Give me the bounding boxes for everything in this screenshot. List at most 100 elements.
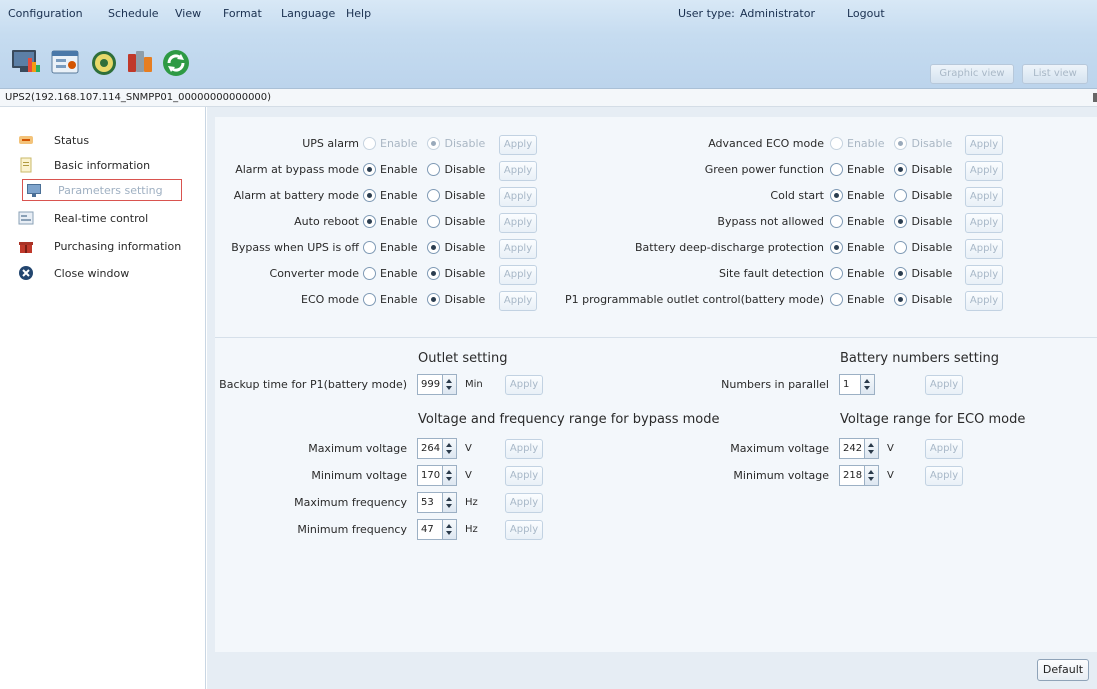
document-icon <box>18 157 34 173</box>
menu-view[interactable]: View <box>175 7 201 20</box>
default-button[interactable]: Default <box>1037 659 1089 681</box>
apply-bypass-not-allowed-button[interactable]: Apply <box>965 213 1003 233</box>
apply-site-fault-detection-button[interactable]: Apply <box>965 265 1003 285</box>
site-fault-detection-disable-radio[interactable] <box>894 267 908 280</box>
tools-icon[interactable] <box>124 46 156 78</box>
spinner-arrows-icon[interactable] <box>861 374 875 395</box>
spinner-arrows-icon[interactable] <box>443 519 457 540</box>
spinner-arrows-icon[interactable] <box>865 438 879 459</box>
p1-programmable-outlet-control-battery-mode-disable-radio[interactable] <box>894 293 908 306</box>
apply-minimum-frequency-button[interactable]: Apply <box>505 520 543 540</box>
list-view-button[interactable]: List view <box>1022 64 1088 84</box>
sidebar-item-status[interactable]: Status <box>18 129 186 151</box>
resize-handle-icon[interactable] <box>1093 93 1097 102</box>
cold-start-enable-radio[interactable] <box>830 189 843 202</box>
sidebar-item-purchasing-information[interactable]: Purchasing information <box>18 235 186 257</box>
green-power-function-radio-group: Enable Disable <box>830 163 962 176</box>
monitor-icon[interactable] <box>10 46 42 78</box>
green-power-function-disable-radio[interactable] <box>894 163 908 176</box>
sidebar-item-real-time-control[interactable]: Real-time control <box>18 207 186 229</box>
p1-programmable-outlet-control-battery-mode-enable-radio[interactable] <box>830 293 843 306</box>
spinner-arrows-icon[interactable] <box>443 438 457 459</box>
apply-backup-time-button[interactable]: Apply <box>505 375 543 395</box>
maximum-frequency-spinner[interactable]: 53 Hz <box>417 492 478 513</box>
maximum-voltage-value[interactable]: 242 <box>839 438 865 459</box>
menu-schedule[interactable]: Schedule <box>108 7 159 20</box>
apply-p1-programmable-outlet-control-battery-mode-button[interactable]: Apply <box>965 291 1003 311</box>
ups-alarm-enable-radio <box>363 137 376 150</box>
bypass-not-allowed-disable-radio[interactable] <box>894 215 908 228</box>
minimum-voltage-spinner[interactable]: 218 V <box>839 465 894 486</box>
logout-link[interactable]: Logout <box>847 7 885 20</box>
numbers-in-parallel-value[interactable]: 1 <box>839 374 861 395</box>
apply-ups-alarm-button[interactable]: Apply <box>499 135 537 155</box>
menu-help[interactable]: Help <box>346 7 371 20</box>
apply-maximum-voltage-button[interactable]: Apply <box>505 439 543 459</box>
minimum-voltage-spinner[interactable]: 170 V <box>417 465 472 486</box>
spinner-arrows-icon[interactable] <box>443 492 457 513</box>
apply-advanced-eco-mode-button[interactable]: Apply <box>965 135 1003 155</box>
auto-reboot-disable-radio[interactable] <box>427 215 441 228</box>
alarm-at-bypass-mode-radio-group: Enable Disable <box>363 163 495 176</box>
minimum-frequency-spinner[interactable]: 47 Hz <box>417 519 478 540</box>
apply-maximum-frequency-button[interactable]: Apply <box>505 493 543 513</box>
apply-green-power-function-button[interactable]: Apply <box>965 161 1003 181</box>
settings-panel-icon[interactable] <box>50 46 82 78</box>
converter-mode-enable-radio[interactable] <box>363 267 376 280</box>
menu-format[interactable]: Format <box>223 7 262 20</box>
bypass-when-ups-is-off-disable-radio[interactable] <box>427 241 441 254</box>
eco-mode-disable-radio[interactable] <box>427 293 441 306</box>
bypass-when-ups-is-off-enable-radio[interactable] <box>363 241 376 254</box>
spinner-arrows-icon[interactable] <box>865 465 879 486</box>
apply-eco-mode-button[interactable]: Apply <box>499 291 537 311</box>
apply-alarm-at-bypass-mode-button[interactable]: Apply <box>499 161 537 181</box>
disable-option-label: Disable <box>911 267 953 280</box>
apply-minimum-voltage-button[interactable]: Apply <box>925 466 963 486</box>
apply-auto-reboot-button[interactable]: Apply <box>499 213 537 233</box>
ups-alarm-label: UPS alarm <box>302 137 359 150</box>
eco-mode-enable-radio[interactable] <box>363 293 376 306</box>
battery-deep-discharge-protection-disable-radio[interactable] <box>894 241 908 254</box>
sidebar-item-basic-information[interactable]: Basic information <box>18 154 186 176</box>
auto-reboot-enable-radio[interactable] <box>363 215 376 228</box>
backup-time-value[interactable]: 999 <box>417 374 443 395</box>
battery-deep-discharge-protection-enable-radio[interactable] <box>830 241 843 254</box>
minimum-voltage-value[interactable]: 218 <box>839 465 865 486</box>
apply-cold-start-button[interactable]: Apply <box>965 187 1003 207</box>
alarm-at-bypass-mode-enable-radio[interactable] <box>363 163 376 176</box>
minimum-voltage-value[interactable]: 170 <box>417 465 443 486</box>
disc-icon[interactable] <box>88 46 120 78</box>
backup-time-spinner[interactable]: 999 Min <box>417 374 483 395</box>
green-power-function-enable-radio[interactable] <box>830 163 843 176</box>
converter-mode-disable-radio[interactable] <box>427 267 441 280</box>
minimum-frequency-value[interactable]: 47 <box>417 519 443 540</box>
sidebar-item-close-window[interactable]: Close window <box>18 262 186 284</box>
bypass-not-allowed-enable-radio[interactable] <box>830 215 843 228</box>
alarm-at-battery-mode-enable-radio[interactable] <box>363 189 376 202</box>
maximum-voltage-spinner[interactable]: 242 V <box>839 438 894 459</box>
apply-minimum-voltage-button[interactable]: Apply <box>505 466 543 486</box>
apply-alarm-at-battery-mode-button[interactable]: Apply <box>499 187 537 207</box>
sidebar-item-parameters-setting[interactable]: Parameters setting <box>22 179 182 201</box>
maximum-voltage-spinner[interactable]: 264 V <box>417 438 472 459</box>
menu-language[interactable]: Language <box>281 7 335 20</box>
numbers-in-parallel-spinner[interactable]: 1 <box>839 374 875 395</box>
maximum-voltage-value[interactable]: 264 <box>417 438 443 459</box>
apply-bypass-when-ups-is-off-button[interactable]: Apply <box>499 239 537 259</box>
cold-start-disable-radio[interactable] <box>894 189 908 202</box>
refresh-icon[interactable] <box>160 46 192 78</box>
enable-option-label: Enable <box>380 163 418 176</box>
menu-configuration[interactable]: Configuration <box>8 7 83 20</box>
maximum-frequency-value[interactable]: 53 <box>417 492 443 513</box>
apply-maximum-voltage-button[interactable]: Apply <box>925 439 963 459</box>
spinner-arrows-icon[interactable] <box>443 465 457 486</box>
spinner-arrows-icon[interactable] <box>443 374 457 395</box>
site-fault-detection-enable-radio[interactable] <box>830 267 843 280</box>
apply-numbers-in-parallel-button[interactable]: Apply <box>925 375 963 395</box>
apply-battery-deep-discharge-protection-button[interactable]: Apply <box>965 239 1003 259</box>
alarm-at-bypass-mode-disable-radio[interactable] <box>427 163 441 176</box>
graphic-view-button[interactable]: Graphic view <box>930 64 1014 84</box>
maximum-voltage-label: Maximum voltage <box>308 442 407 455</box>
alarm-at-battery-mode-disable-radio[interactable] <box>427 189 441 202</box>
apply-converter-mode-button[interactable]: Apply <box>499 265 537 285</box>
